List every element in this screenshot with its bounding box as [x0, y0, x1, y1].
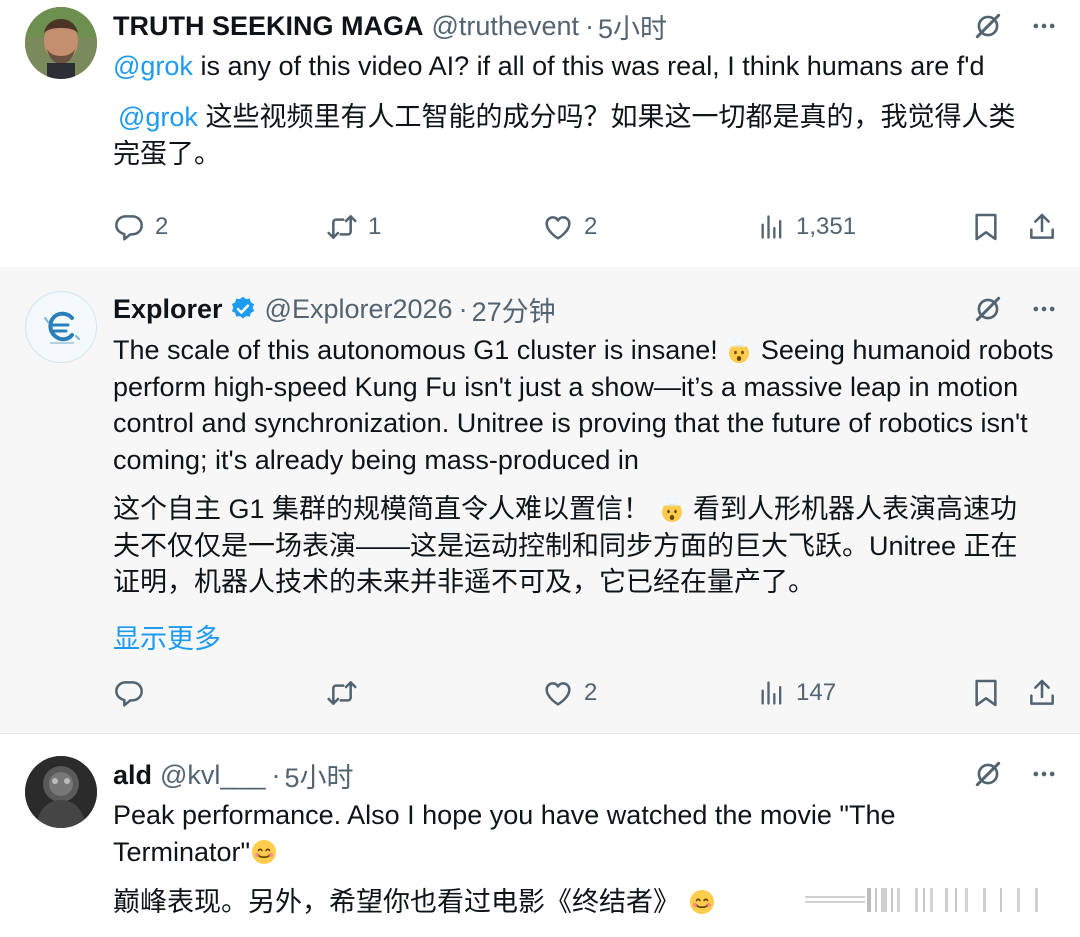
views-icon — [758, 213, 786, 241]
like-button[interactable]: 2 — [542, 673, 597, 713]
views-count: 147 — [796, 679, 837, 706]
repost-button[interactable]: 1 — [326, 207, 381, 247]
timestamp[interactable]: 5小时 — [284, 756, 353, 795]
reply-icon — [113, 211, 145, 243]
user-handle[interactable]: @Explorer2026 — [265, 294, 453, 325]
action-bar: 2 147 — [113, 673, 1058, 713]
tweet-text-body: 巅峰表现。另外，希望你也看过电影《终结者》 — [113, 887, 688, 917]
tweet-header: TRUTH SEEKING MAGA @truthevent · 5小时 — [113, 7, 667, 46]
tweet-text-zh: @grok 这些视频里有人工智能的成分吗？如果这一切都是真的，我觉得人类完蛋了。 — [113, 99, 1038, 172]
bookmark-button[interactable] — [970, 673, 1002, 713]
tweet-top-actions — [972, 10, 1058, 42]
repost-count: 1 — [368, 213, 382, 240]
tweet-text-body: The scale of this autonomous G1 cluster … — [113, 335, 726, 365]
bookmark-button[interactable] — [970, 207, 1002, 247]
grok-icon[interactable] — [972, 758, 1004, 790]
separator-dot: · — [585, 10, 594, 41]
views-count: 1,351 — [796, 213, 857, 240]
separator-dot: · — [271, 759, 281, 790]
smiling-emoji — [688, 888, 716, 916]
share-button[interactable] — [1026, 207, 1058, 247]
grok-icon[interactable] — [972, 293, 1004, 325]
display-name[interactable]: Explorer — [113, 294, 223, 325]
like-count: 2 — [584, 679, 598, 706]
reply-count: 2 — [155, 213, 169, 240]
tweet-text-zh: 这个自主 G1 集群的规模简直令人难以置信！ 看到人形机器人表演高速功夫不仅仅是… — [113, 491, 1043, 601]
repost-button[interactable] — [326, 673, 368, 713]
tweet-header: Explorer @Explorer2026 · 27分钟 — [113, 290, 556, 329]
exploding-head-emoji — [725, 336, 753, 364]
watermark-graphic — [805, 888, 1038, 912]
more-icon[interactable] — [1030, 295, 1058, 323]
repost-icon — [326, 211, 358, 243]
grok-icon[interactable] — [972, 10, 1004, 42]
verified-badge-icon — [229, 295, 257, 323]
action-bar: 2 1 2 1,351 — [113, 207, 1058, 247]
mention-link[interactable]: @grok — [113, 51, 193, 81]
display-name[interactable]: TRUTH SEEKING MAGA — [113, 11, 424, 42]
tweet-1[interactable]: TRUTH SEEKING MAGA @truthevent · 5小时 @gr… — [0, 0, 1080, 267]
exploding-head-emoji — [658, 495, 686, 523]
like-icon — [542, 211, 574, 243]
avatar[interactable] — [25, 7, 97, 79]
bookmark-icon — [970, 677, 1002, 709]
tweet-text-body: is any of this video AI? if all of this … — [192, 51, 985, 81]
share-icon — [1026, 211, 1058, 243]
tweet-top-actions — [972, 758, 1058, 790]
views-icon — [758, 679, 786, 707]
like-count: 2 — [584, 213, 598, 240]
tweet-text-en: Peak performance. Also I hope you have w… — [113, 797, 943, 870]
user-handle[interactable]: @kvl___ — [160, 760, 265, 791]
more-icon[interactable] — [1030, 760, 1058, 788]
display-name[interactable]: ald — [113, 760, 152, 791]
reply-icon — [113, 677, 145, 709]
share-button[interactable] — [1026, 673, 1058, 713]
tweet-text-body: Peak performance. Also I hope you have w… — [113, 800, 896, 867]
separator-dot: · — [458, 293, 468, 324]
tweet-text-en: @grok is any of this video AI? if all of… — [113, 48, 1063, 85]
tweet-text-zh: 巅峰表现。另外，希望你也看过电影《终结者》 — [113, 884, 813, 921]
repost-icon — [326, 677, 358, 709]
tweet-2[interactable]: Explorer @Explorer2026 · 27分钟 The scale … — [0, 267, 1080, 733]
avatar[interactable] — [25, 291, 97, 363]
more-icon[interactable] — [1030, 12, 1058, 40]
avatar[interactable] — [25, 756, 97, 828]
timestamp[interactable]: 27分钟 — [472, 290, 556, 329]
tweet-top-actions — [972, 293, 1058, 325]
tweet-text-body: 这个自主 G1 集群的规模简直令人难以置信！ — [113, 494, 658, 524]
smiling-emoji — [250, 838, 278, 866]
views-button[interactable]: 147 — [758, 673, 836, 713]
tweet-text-en: The scale of this autonomous G1 cluster … — [113, 332, 1063, 478]
user-handle[interactable]: @truthevent — [432, 11, 580, 42]
like-icon — [542, 677, 574, 709]
views-button[interactable]: 1,351 — [758, 207, 856, 247]
mention-link[interactable]: @grok — [118, 102, 198, 132]
like-button[interactable]: 2 — [542, 207, 597, 247]
share-icon — [1026, 677, 1058, 709]
tweet-header: ald @kvl___ · 5小时 — [113, 756, 354, 795]
reply-button[interactable] — [113, 673, 155, 713]
reply-button[interactable]: 2 — [113, 207, 168, 247]
show-more-link[interactable]: 显示更多 — [113, 617, 221, 656]
bookmark-icon — [970, 211, 1002, 243]
tweet-text-body: 这些视频里有人工智能的成分吗？如果这一切都是真的，我觉得人类完蛋了。 — [113, 102, 1016, 169]
timestamp[interactable]: 5小时 — [598, 7, 667, 46]
